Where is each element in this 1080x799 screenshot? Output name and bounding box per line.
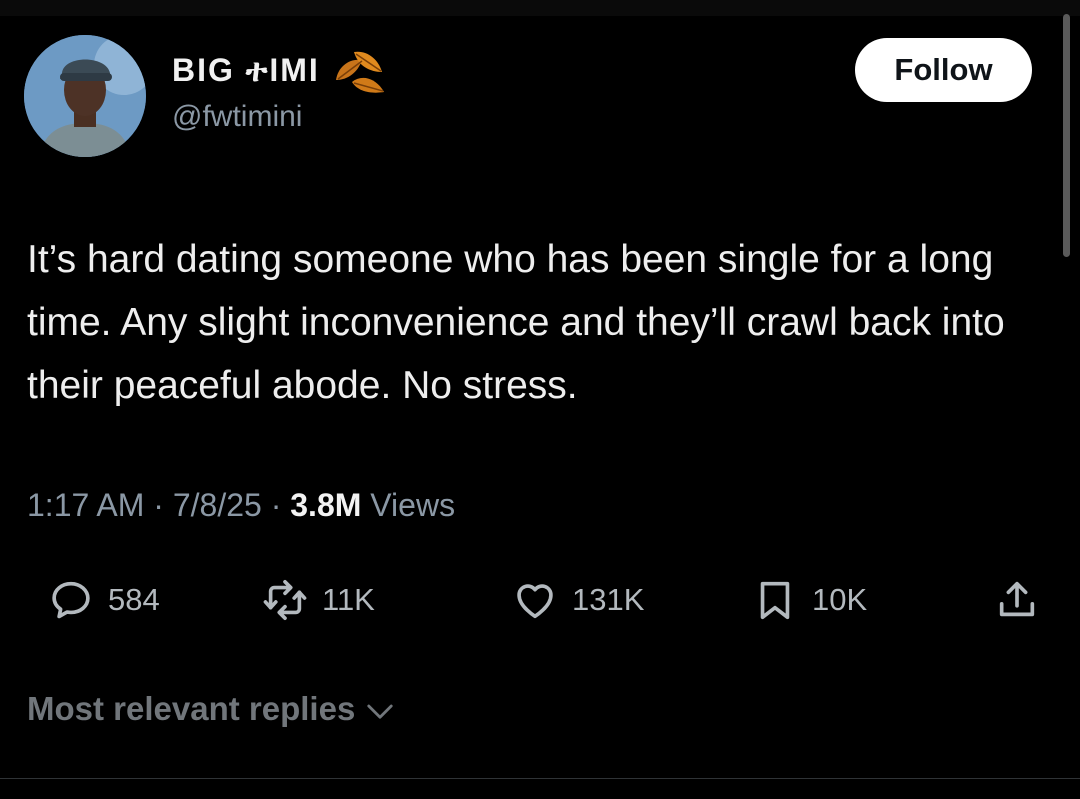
bookmark-count: 10K [812,582,868,617]
top-bar [0,0,1080,16]
tweet-text: It’s hard dating someone who has been si… [27,238,1005,407]
action-bar: 584 11K 131K 10K [0,570,1080,630]
reply-icon [52,581,90,619]
heart-icon [517,584,553,619]
views-label: Views [370,487,456,523]
author-display-name[interactable]: BIG ተIMI [172,52,320,90]
avatar-image [24,35,146,157]
like-button[interactable]: 131K [512,570,644,630]
tweet-meta: 1:17 AM · 7/8/25 · 3.8M Views [27,487,455,524]
like-count: 131K [572,582,645,617]
chevron-down-icon [367,704,393,719]
reply-count: 584 [108,582,160,617]
tweet-date[interactable]: 7/8/25 [173,487,262,523]
replies-sort-label: Most relevant replies [27,690,356,727]
meta-separator: · [270,487,291,523]
bookmark-button[interactable]: 10K [752,570,867,630]
author-name-row: BIG ተIMI [172,46,388,96]
reply-button[interactable]: 584 [48,570,160,630]
tweet-time[interactable]: 1:17 AM [27,487,144,523]
repost-count: 11K [322,582,375,617]
scrollbar[interactable] [1063,14,1070,257]
bookmark-icon [760,581,790,620]
avatar[interactable] [24,35,146,157]
divider [0,778,1080,779]
fallen-leaf-icon [335,51,384,93]
views-count: 3.8M [290,487,362,523]
author-handle[interactable]: @fwtimini [172,100,302,134]
follow-button[interactable]: Follow [855,38,1032,102]
share-button[interactable] [994,570,1040,630]
share-icon [999,581,1035,617]
repost-icon [263,579,307,621]
replies-sort-dropdown[interactable]: Most relevant replies [27,690,395,728]
meta-separator: · [153,487,173,523]
repost-button[interactable]: 11K [262,570,375,630]
